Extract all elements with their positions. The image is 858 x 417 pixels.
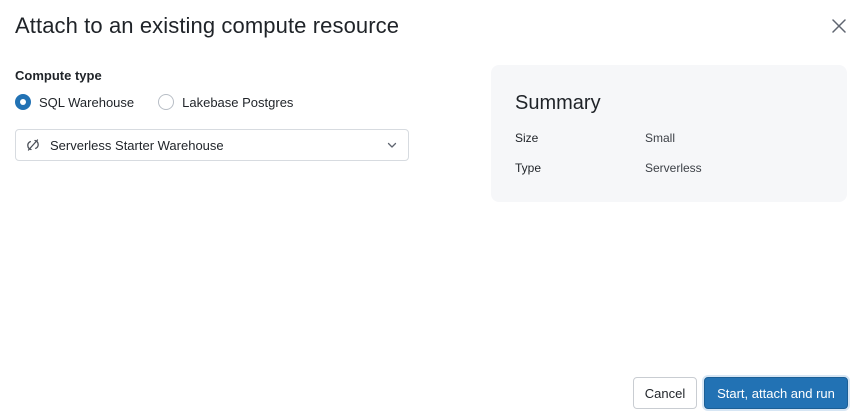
serverless-icon <box>26 138 40 152</box>
radio-label-lakebase-postgres: Lakebase Postgres <box>182 94 294 110</box>
summary-value-size: Small <box>645 131 676 145</box>
close-icon <box>832 19 846 33</box>
compute-type-radio-group: SQL Warehouse Lakebase Postgres <box>15 94 317 110</box>
dialog-title: Attach to an existing compute resource <box>15 13 400 38</box>
summary-value-type: Serverless <box>645 161 702 175</box>
radio-label-sql-warehouse: SQL Warehouse <box>39 94 135 110</box>
radio-option-lakebase-postgres[interactable]: Lakebase Postgres <box>158 94 293 110</box>
compute-type-label: Compute type <box>15 68 102 83</box>
summary-panel: Summary Size Small Type Serverless <box>491 65 847 202</box>
chevron-down-icon <box>386 139 398 151</box>
summary-title: Summary <box>515 92 601 114</box>
start-attach-run-button[interactable]: Start, attach and run <box>704 377 848 409</box>
summary-key-type: Type <box>515 161 542 175</box>
attach-compute-dialog: Attach to an existing compute resource C… <box>0 0 858 417</box>
radio-lakebase-postgres[interactable] <box>158 94 175 110</box>
warehouse-select-value: Serverless Starter Warehouse <box>50 137 224 153</box>
summary-key-size: Size <box>515 131 539 145</box>
warehouse-select[interactable]: Serverless Starter Warehouse <box>15 129 409 161</box>
cancel-button[interactable]: Cancel <box>633 377 697 409</box>
close-button[interactable] <box>826 13 852 39</box>
radio-sql-warehouse[interactable] <box>15 94 31 110</box>
radio-option-sql-warehouse[interactable]: SQL Warehouse <box>15 94 134 110</box>
